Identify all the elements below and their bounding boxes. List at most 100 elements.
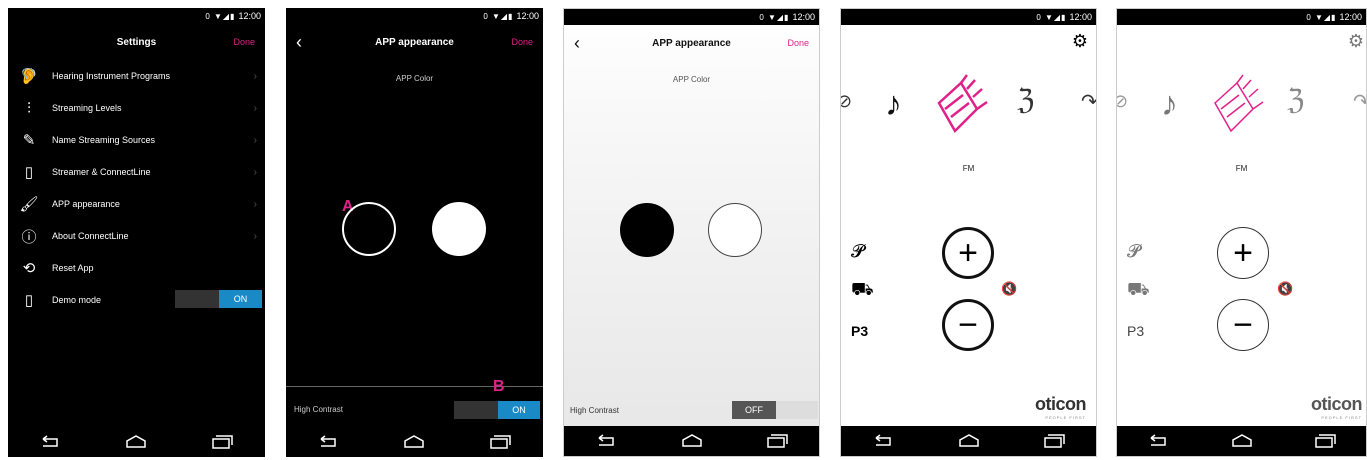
recents-nav-icon[interactable] bbox=[1042, 434, 1066, 448]
color-option-dark[interactable] bbox=[620, 203, 674, 257]
plus-label: + bbox=[1233, 234, 1253, 272]
home-nav-icon[interactable] bbox=[680, 434, 704, 448]
home-nav-icon[interactable] bbox=[1230, 434, 1254, 448]
status-icons: 0 ▼◢▮ bbox=[1036, 12, 1067, 22]
gear-icon[interactable]: ⚙ bbox=[1072, 31, 1088, 52]
fm-icon[interactable] bbox=[1207, 73, 1271, 137]
back-nav-icon[interactable] bbox=[1147, 434, 1171, 448]
telecoil-icon[interactable]: ℨ bbox=[1017, 83, 1034, 116]
menu-item-reset[interactable]: ⟲ Reset App bbox=[8, 252, 265, 284]
chevron-right-icon: › bbox=[253, 166, 257, 178]
back-nav-icon[interactable] bbox=[595, 434, 619, 448]
home-nav-icon[interactable] bbox=[402, 435, 426, 449]
nav-bar bbox=[841, 426, 1096, 456]
home-nav-icon[interactable] bbox=[124, 435, 148, 449]
minus-label: − bbox=[958, 306, 978, 344]
back-nav-icon[interactable] bbox=[39, 435, 63, 449]
toggle-on-label: ON bbox=[498, 401, 540, 419]
partial-icon-right: ↷ bbox=[1353, 89, 1366, 114]
recents-nav-icon[interactable] bbox=[1313, 434, 1337, 448]
app-color-label: APP Color bbox=[395, 74, 434, 83]
color-option-light[interactable] bbox=[432, 202, 486, 256]
color-option-dark[interactable] bbox=[342, 202, 396, 256]
high-contrast-toggle[interactable]: ON bbox=[454, 401, 540, 419]
partial-icon-left: ⊘ bbox=[841, 91, 852, 112]
fm-icon[interactable] bbox=[931, 73, 995, 137]
program-name: FM bbox=[1235, 164, 1248, 173]
status-time: 12:00 bbox=[238, 11, 261, 21]
page-title: Settings bbox=[116, 36, 157, 48]
nav-bar bbox=[564, 426, 819, 456]
chevron-right-icon: › bbox=[253, 198, 257, 210]
oticon-logo: oticon PEOPLE FIRST bbox=[1035, 394, 1087, 420]
mute-icon[interactable]: 🔇 bbox=[1277, 281, 1293, 297]
home-nav-icon[interactable] bbox=[957, 434, 981, 448]
recents-nav-icon[interactable] bbox=[210, 435, 234, 449]
status-bar: 0 ▼◢▮ 12:00 bbox=[841, 9, 1096, 25]
volume-down-button[interactable]: − bbox=[942, 299, 994, 351]
sliders-icon: ⫶ bbox=[27, 99, 31, 117]
high-contrast-label: High Contrast bbox=[294, 405, 343, 414]
volume-down-button[interactable]: − bbox=[1217, 299, 1269, 351]
status-icons: 0 ▼◢▮ bbox=[759, 12, 790, 22]
app-color-label: APP Color bbox=[672, 75, 711, 84]
menu-item-streaming-levels[interactable]: ⫶ Streaming Levels › bbox=[8, 92, 265, 124]
toggle-off-part bbox=[454, 401, 498, 419]
status-bar: 0 ▼◢▮ 12:00 bbox=[286, 8, 543, 24]
phone-icon: ▯ bbox=[24, 292, 34, 309]
header: ‹ APP appearance Done bbox=[564, 25, 819, 61]
chevron-right-icon: › bbox=[253, 102, 257, 114]
status-bar: 0 ▼◢▮ 12:00 bbox=[1117, 9, 1366, 25]
high-contrast-toggle[interactable]: OFF bbox=[732, 401, 818, 419]
chevron-right-icon: › bbox=[253, 230, 257, 242]
car-icon: ⛟ bbox=[1127, 279, 1150, 299]
back-icon[interactable]: ‹ bbox=[574, 33, 580, 54]
logo-tagline: PEOPLE FIRST bbox=[1045, 415, 1086, 420]
toggle-off-part bbox=[175, 290, 219, 308]
color-option-light[interactable] bbox=[708, 203, 762, 257]
menu-item-label: Reset App bbox=[52, 263, 94, 273]
menu-item-streamer[interactable]: ▯ Streamer & ConnectLine › bbox=[8, 156, 265, 188]
back-nav-icon[interactable] bbox=[317, 435, 341, 449]
music-note-icon[interactable]: ♪ bbox=[885, 85, 902, 124]
telecoil-icon[interactable]: ℨ bbox=[1287, 83, 1304, 116]
plus-label: + bbox=[958, 234, 978, 272]
menu-item-label: Streamer & ConnectLine bbox=[52, 167, 151, 177]
ear-icon: 𝓟 bbox=[851, 241, 864, 261]
back-nav-icon[interactable] bbox=[872, 434, 896, 448]
recents-nav-icon[interactable] bbox=[765, 434, 789, 448]
music-note-icon[interactable]: ♪ bbox=[1161, 85, 1178, 124]
back-icon[interactable]: ‹ bbox=[296, 32, 302, 53]
menu-item-about[interactable]: ⓘ About ConnectLine › bbox=[8, 220, 265, 252]
program-number: P3 bbox=[1127, 323, 1145, 339]
volume-up-button[interactable]: + bbox=[942, 227, 994, 279]
mute-icon[interactable]: 🔇 bbox=[1001, 281, 1017, 297]
marker-b: B bbox=[493, 378, 505, 395]
status-time: 12:00 bbox=[792, 12, 815, 22]
volume-up-button[interactable]: + bbox=[1217, 227, 1269, 279]
header: Settings Done bbox=[8, 24, 265, 60]
done-button[interactable]: Done bbox=[787, 38, 809, 48]
menu-item-name-sources[interactable]: ✎ Name Streaming Sources › bbox=[8, 124, 265, 156]
status-bar: 0 ▼◢▮ 12:00 bbox=[8, 8, 265, 24]
done-button[interactable]: Done bbox=[233, 37, 255, 47]
done-button[interactable]: Done bbox=[511, 37, 533, 47]
menu-item-hearing-programs[interactable]: 🦻 Hearing Instrument Programs › bbox=[8, 60, 265, 92]
ear-icon: 🦻 bbox=[19, 68, 39, 85]
page-title: APP appearance bbox=[375, 36, 454, 48]
demo-mode-toggle[interactable]: ON bbox=[175, 290, 262, 308]
program-number: P3 bbox=[851, 323, 869, 339]
partial-icon-left: ⊘ bbox=[1117, 91, 1128, 112]
nav-bar bbox=[8, 427, 265, 457]
header: ‹ APP appearance Done bbox=[286, 24, 543, 60]
streamer-icon: ▯ bbox=[24, 164, 34, 181]
program-carousel[interactable]: ⊘ ♪ ℨ ↷ bbox=[1117, 69, 1366, 139]
menu-item-app-appearance[interactable]: 🖌 APP appearance › bbox=[8, 188, 265, 220]
nav-bar bbox=[1117, 426, 1366, 456]
status-time: 12:00 bbox=[1069, 12, 1092, 22]
toggle-off-label: OFF bbox=[732, 401, 776, 419]
program-carousel[interactable]: ⊘ ♪ ℨ ↷ bbox=[841, 69, 1096, 139]
gear-icon[interactable]: ⚙ bbox=[1348, 31, 1364, 52]
menu-item-label: Streaming Levels bbox=[52, 103, 122, 113]
recents-nav-icon[interactable] bbox=[488, 435, 512, 449]
